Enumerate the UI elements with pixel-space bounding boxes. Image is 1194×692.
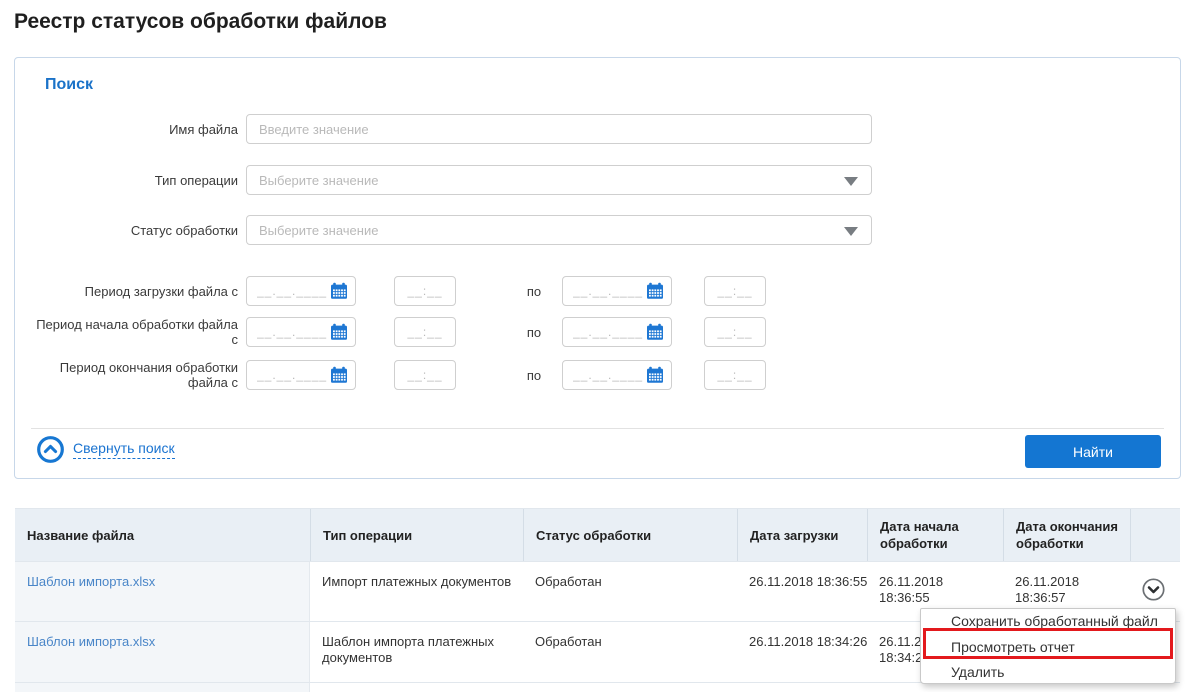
page-title: Реестр статусов обработки файлов (14, 10, 387, 34)
operation-select-placeholder: Выберите значение (259, 173, 378, 188)
start-period-label: Период начала обработки файла с (31, 317, 238, 347)
table-header-row: Название файла Тип операции Статус обраб… (15, 508, 1180, 562)
header-finish-date: Дата окончания обработки (1003, 509, 1130, 561)
header-file-name: Название файла (15, 509, 310, 561)
start-from-time-input[interactable] (394, 317, 456, 347)
status-cell: Обработан (523, 622, 737, 682)
form-row-finish-period: Период окончания обработки файла с по (31, 360, 766, 390)
operation-label: Тип операции (31, 173, 238, 188)
upload-date-cell: 26.11.2018 18:34:26 (737, 622, 867, 682)
filename-input[interactable] (246, 114, 872, 144)
upload-to-time-input[interactable] (704, 276, 766, 306)
finish-period-label: Период окончания обработки файла с (31, 360, 238, 390)
status-cell: Обработан (523, 562, 737, 621)
to-label: по (514, 325, 554, 340)
table-row (15, 683, 1180, 692)
file-link[interactable]: Шаблон импорта.xlsx (27, 574, 155, 589)
collapse-search-link[interactable]: Свернуть поиск (37, 436, 175, 463)
operation-select[interactable]: Выберите значение (246, 165, 872, 195)
find-button[interactable]: Найти (1025, 435, 1161, 468)
triangle-down-icon (844, 177, 858, 186)
start-to-time-input[interactable] (704, 317, 766, 347)
header-operation-type: Тип операции (310, 509, 523, 561)
status-select-placeholder: Выберите значение (259, 223, 378, 238)
menu-item-view-report[interactable]: Просмотреть отчет (921, 632, 1175, 661)
finish-to-time-input[interactable] (704, 360, 766, 390)
form-row-filename: Имя файла (31, 114, 872, 144)
triangle-down-icon (844, 227, 858, 236)
row-context-menu: Сохранить обработанный файл Просмотреть … (920, 608, 1176, 684)
calendar-icon[interactable] (330, 323, 348, 341)
chevron-up-circle-icon (37, 436, 64, 463)
panel-divider (31, 428, 1164, 429)
chevron-down-circle-icon[interactable] (1142, 589, 1165, 604)
calendar-icon[interactable] (330, 366, 348, 384)
operation-cell: Шаблон импорта платежных документов (310, 622, 523, 682)
filename-label: Имя файла (31, 122, 238, 137)
header-processing-status: Статус обработки (523, 509, 737, 561)
status-select[interactable]: Выберите значение (246, 215, 872, 245)
upload-from-time-input[interactable] (394, 276, 456, 306)
form-row-operation: Тип операции Выберите значение (31, 165, 872, 195)
calendar-icon[interactable] (646, 282, 664, 300)
calendar-icon[interactable] (646, 323, 664, 341)
operation-cell: Импорт платежных документов (310, 562, 523, 621)
to-label: по (514, 284, 554, 299)
status-label: Статус обработки (31, 223, 238, 238)
finish-from-time-input[interactable] (394, 360, 456, 390)
header-upload-date: Дата загрузки (737, 509, 867, 561)
collapse-search-label: Свернуть поиск (73, 440, 175, 459)
search-panel: Поиск Имя файла Тип операции Выберите зн… (14, 57, 1181, 479)
calendar-icon[interactable] (646, 366, 664, 384)
form-row-upload-period: Период загрузки файла с по (31, 276, 766, 306)
to-label: по (514, 368, 554, 383)
calendar-icon[interactable] (330, 282, 348, 300)
search-panel-title: Поиск (45, 76, 93, 94)
form-row-status: Статус обработки Выберите значение (31, 215, 872, 245)
form-row-start-period: Период начала обработки файла с по (31, 317, 766, 347)
page: Реестр статусов обработки файлов Поиск И… (0, 0, 1194, 692)
menu-item-save-processed-file[interactable]: Сохранить обработанный файл (921, 609, 1175, 632)
header-actions (1130, 509, 1180, 561)
menu-item-delete[interactable]: Удалить (921, 661, 1175, 683)
upload-period-label: Период загрузки файла с (31, 284, 238, 299)
file-link[interactable]: Шаблон импорта.xlsx (27, 634, 155, 649)
upload-date-cell: 26.11.2018 18:36:55 (737, 562, 867, 621)
header-start-date: Дата начала обработки (867, 509, 1003, 561)
